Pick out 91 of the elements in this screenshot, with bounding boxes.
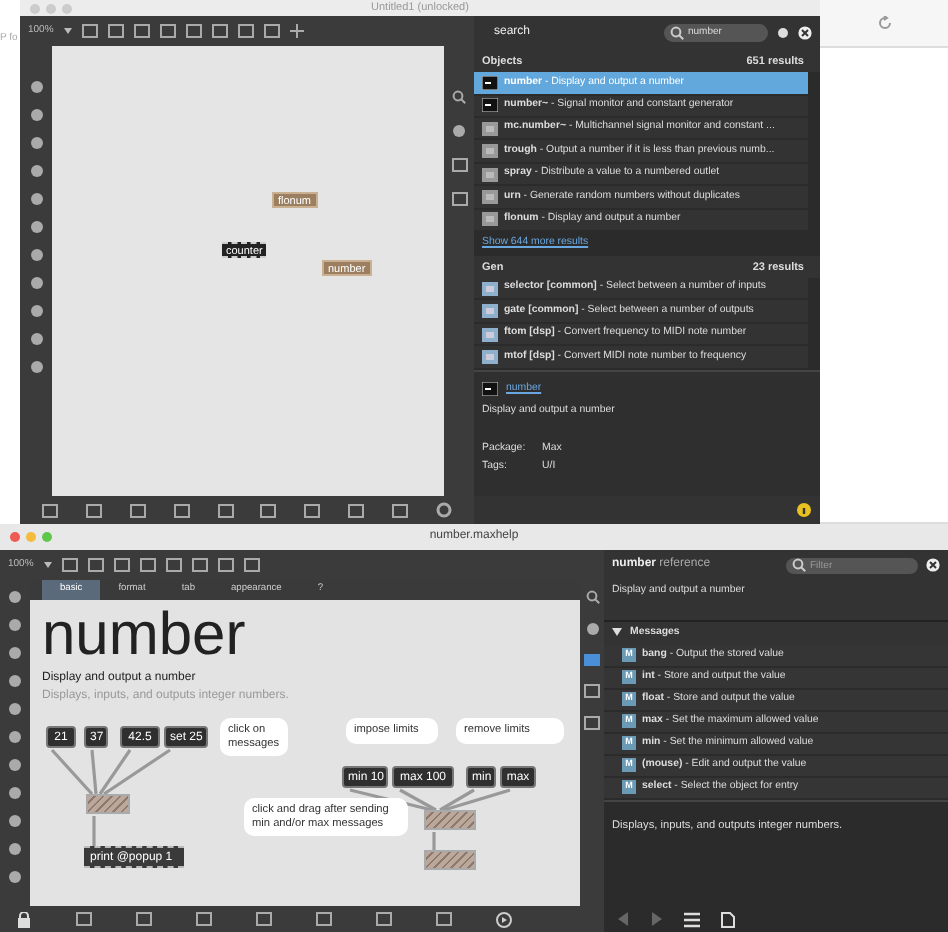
circle-icon[interactable] [29,276,43,290]
help-heading: number [42,604,246,668]
square-icon[interactable] [256,912,272,926]
square-icon[interactable] [436,912,452,926]
caret-icon[interactable] [43,562,52,568]
square-icon[interactable] [41,503,58,517]
search-icon[interactable] [670,26,684,40]
circle-icon[interactable] [29,360,43,374]
square-icon[interactable] [237,24,254,38]
square-icon[interactable] [376,912,392,926]
circle-icon[interactable] [8,870,22,884]
circle-icon[interactable] [8,618,22,632]
square-icon[interactable] [113,558,130,572]
square-icon[interactable] [196,912,212,926]
square-icon[interactable] [243,558,260,572]
circle-icon[interactable] [585,622,599,636]
square-icon[interactable] [217,558,234,572]
square-icon[interactable] [107,24,124,38]
square-icon[interactable] [85,503,102,517]
forward-icon[interactable] [650,912,664,926]
square-icon[interactable] [392,503,409,517]
object-icon [482,381,498,396]
list-icon[interactable] [684,911,700,927]
circle-icon[interactable] [29,164,43,178]
square-icon[interactable] [61,558,78,572]
circle-icon[interactable] [8,786,22,800]
square-icon[interactable] [263,24,280,38]
search-icon[interactable] [452,90,466,104]
circle-icon[interactable] [8,730,22,744]
square-icon[interactable] [260,503,277,517]
info-icon[interactable] [796,502,812,518]
box-icon [482,189,498,204]
square-icon[interactable] [348,503,365,517]
circle-icon[interactable] [29,108,43,122]
circle-icon[interactable] [29,332,43,346]
circle-icon[interactable] [8,842,22,856]
caret-icon[interactable] [63,28,72,34]
back-icon[interactable] [616,912,630,926]
box-icon [482,212,498,227]
close-icon[interactable] [926,558,940,572]
circle-icon[interactable] [8,758,22,772]
circle-icon[interactable] [8,674,22,688]
reload-icon[interactable] [877,16,891,30]
square-icon[interactable] [584,716,600,730]
circle-icon[interactable] [29,220,43,234]
triangle-icon[interactable] [612,628,622,639]
square-icon[interactable] [316,912,332,926]
circle-icon[interactable] [29,192,43,206]
square-icon[interactable] [136,912,152,926]
object-icon [482,98,498,113]
square-icon[interactable] [211,24,228,38]
lock-icon[interactable] [16,911,32,927]
square-icon[interactable] [584,684,600,698]
box-icon [482,304,498,319]
object-icon [482,75,498,90]
square-icon[interactable] [191,558,208,572]
square-icon[interactable] [133,24,150,38]
box-icon [482,327,498,341]
plus-icon[interactable] [289,24,304,38]
square-icon[interactable] [159,24,176,38]
box-icon [482,121,498,136]
circle-icon[interactable] [29,80,43,94]
square-icon[interactable] [173,503,190,517]
square-icon[interactable] [451,192,467,206]
circle-icon[interactable] [452,124,466,138]
close-icon[interactable] [798,26,812,40]
play-icon[interactable] [496,911,512,927]
box-icon [482,144,498,159]
square-icon[interactable] [185,24,202,38]
square-icon[interactable] [129,503,146,517]
square-icon[interactable] [139,558,156,572]
square-icon[interactable] [217,503,233,517]
box-icon [482,349,498,364]
square-icon[interactable] [81,24,98,38]
circle-icon[interactable] [29,304,43,318]
square-icon[interactable] [451,158,467,172]
square-icon[interactable] [76,912,92,926]
box-icon [482,281,498,296]
circle-icon[interactable] [8,590,22,604]
circle-icon[interactable] [29,248,43,262]
circle-icon[interactable] [8,702,22,716]
circle-icon[interactable] [8,646,22,660]
search-icon[interactable] [585,590,599,604]
box-icon [482,167,498,181]
circle-icon[interactable] [8,814,22,828]
circle-icon[interactable] [29,136,43,150]
square-icon[interactable] [165,558,182,572]
square-icon[interactable] [304,503,321,517]
document-icon[interactable] [720,911,736,927]
search-icon[interactable] [792,558,806,572]
square-icon[interactable] [87,558,104,572]
